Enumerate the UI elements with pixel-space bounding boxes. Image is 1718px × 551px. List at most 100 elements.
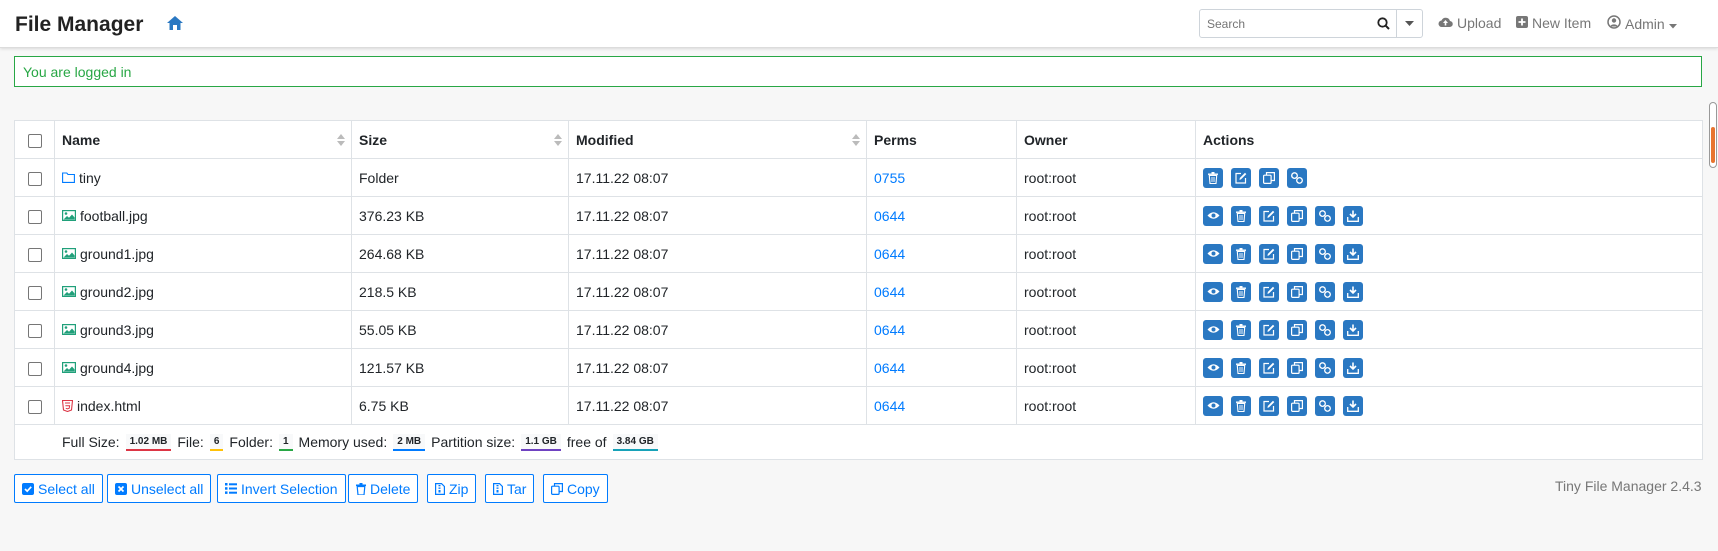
direct-link-icon[interactable]	[1315, 395, 1335, 416]
perms-link[interactable]: 0644	[874, 208, 905, 224]
rename-icon[interactable]	[1259, 357, 1279, 378]
perms-link[interactable]: 0644	[874, 398, 905, 414]
file-name-link[interactable]: index.html	[77, 398, 141, 414]
download-icon[interactable]	[1343, 395, 1363, 416]
app-title: File Manager	[15, 13, 144, 36]
file-name-link[interactable]: tiny	[79, 170, 101, 186]
zip-button[interactable]: Zip	[427, 474, 477, 503]
row-select-cell	[14, 310, 55, 349]
user-label: Admin	[1625, 15, 1665, 32]
memory-badge: 2 MB	[393, 433, 426, 451]
copy-icon[interactable]	[1287, 357, 1307, 378]
modified-cell: 17.11.22 08:07	[568, 158, 867, 197]
copy-button[interactable]: Copy	[543, 474, 608, 503]
file-name-link[interactable]: ground1.jpg	[80, 246, 154, 262]
rename-icon[interactable]	[1259, 281, 1279, 302]
perms-cell: 0644	[866, 272, 1017, 311]
copy-icon[interactable]	[1287, 243, 1307, 264]
direct-link-icon[interactable]	[1315, 319, 1335, 340]
row-checkbox[interactable]	[27, 399, 42, 414]
preview-icon[interactable]	[1203, 243, 1223, 264]
perms-cell: 0755	[866, 158, 1017, 197]
row-checkbox[interactable]	[27, 285, 42, 300]
home-icon[interactable]	[166, 15, 186, 33]
user-menu[interactable]: Admin	[1607, 15, 1677, 32]
delete-button[interactable]: Delete	[348, 474, 419, 503]
delete-icon[interactable]	[1231, 205, 1251, 226]
delete-icon[interactable]	[1231, 243, 1251, 264]
copy-icon[interactable]	[1287, 395, 1307, 416]
file-name-link[interactable]: ground4.jpg	[80, 360, 154, 376]
perms-cell: 0644	[866, 310, 1017, 349]
rename-icon[interactable]	[1231, 167, 1251, 188]
file-name-link[interactable]: football.jpg	[80, 208, 148, 224]
delete-icon[interactable]	[1231, 357, 1251, 378]
perms-link[interactable]: 0644	[874, 246, 905, 262]
size-cell: Folder	[351, 158, 569, 197]
file-label: File:	[177, 434, 204, 450]
file-name-link[interactable]: ground2.jpg	[80, 284, 154, 300]
rename-icon[interactable]	[1259, 243, 1279, 264]
download-icon[interactable]	[1343, 205, 1363, 226]
direct-link-icon[interactable]	[1287, 167, 1307, 188]
tar-button[interactable]: Tar	[485, 474, 535, 503]
row-checkbox[interactable]	[27, 171, 42, 186]
preview-icon[interactable]	[1203, 205, 1223, 226]
page-scrollbar[interactable]	[1709, 102, 1717, 168]
scrollbar-thumb[interactable]	[1711, 127, 1715, 163]
full-size-label: Full Size:	[62, 434, 120, 450]
copy-icon[interactable]	[1287, 319, 1307, 340]
perms-link[interactable]: 0644	[874, 322, 905, 338]
check-square-icon	[22, 482, 34, 495]
actions-cell	[1195, 348, 1703, 387]
direct-link-icon[interactable]	[1315, 281, 1335, 302]
row-checkbox[interactable]	[27, 323, 42, 338]
search-input[interactable]	[1200, 10, 1370, 37]
column-header-modified[interactable]: Modified	[568, 120, 867, 159]
perms-link[interactable]: 0644	[874, 360, 905, 376]
delete-icon[interactable]	[1231, 395, 1251, 416]
column-header-size[interactable]: Size	[351, 120, 569, 159]
perms-link[interactable]: 0644	[874, 284, 905, 300]
select-all-checkbox[interactable]	[27, 133, 42, 148]
size-cell: 264.68 KB	[351, 234, 569, 273]
copy-icon[interactable]	[1287, 281, 1307, 302]
delete-icon[interactable]	[1231, 281, 1251, 302]
upload-link[interactable]: Upload	[1438, 15, 1501, 31]
unselect-all-button[interactable]: Unselect all	[107, 474, 212, 503]
search-group	[1199, 9, 1423, 38]
free-label: free of	[566, 434, 607, 450]
direct-link-icon[interactable]	[1315, 205, 1335, 226]
direct-link-icon[interactable]	[1315, 243, 1335, 264]
new-item-link[interactable]: New Item	[1516, 15, 1591, 31]
select-all-button[interactable]: Select all	[14, 474, 103, 503]
rename-icon[interactable]	[1259, 205, 1279, 226]
rename-icon[interactable]	[1259, 319, 1279, 340]
download-icon[interactable]	[1343, 243, 1363, 264]
download-icon[interactable]	[1343, 357, 1363, 378]
search-icon[interactable]	[1370, 10, 1396, 37]
file-name-link[interactable]: ground3.jpg	[80, 322, 154, 338]
copy-icon[interactable]	[1259, 167, 1279, 188]
download-icon[interactable]	[1343, 319, 1363, 340]
preview-icon[interactable]	[1203, 319, 1223, 340]
preview-icon[interactable]	[1203, 281, 1223, 302]
search-options-caret-icon[interactable]	[1396, 10, 1422, 37]
invert-selection-button[interactable]: Invert Selection	[217, 474, 346, 503]
row-checkbox[interactable]	[27, 247, 42, 262]
row-select-cell	[14, 386, 55, 425]
direct-link-icon[interactable]	[1315, 357, 1335, 378]
copy-icon[interactable]	[1287, 205, 1307, 226]
download-icon[interactable]	[1343, 281, 1363, 302]
delete-icon[interactable]	[1203, 167, 1223, 188]
preview-icon[interactable]	[1203, 357, 1223, 378]
row-checkbox[interactable]	[27, 361, 42, 376]
perms-link[interactable]: 0755	[874, 170, 905, 186]
preview-icon[interactable]	[1203, 395, 1223, 416]
row-checkbox[interactable]	[27, 209, 42, 224]
delete-icon[interactable]	[1231, 319, 1251, 340]
column-header-name[interactable]: Name	[54, 120, 352, 159]
modified-cell: 17.11.22 08:07	[568, 234, 867, 273]
copy-icon	[551, 482, 563, 495]
rename-icon[interactable]	[1259, 395, 1279, 416]
